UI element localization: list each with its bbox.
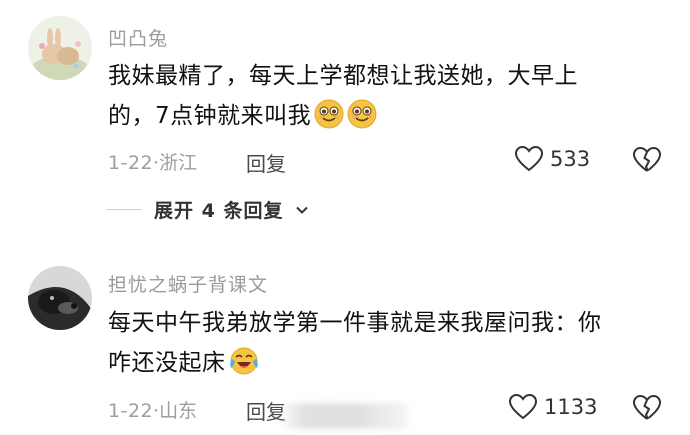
comment-date: 1-22	[108, 152, 154, 174]
expand-replies-button[interactable]: 展开 4 条回复	[106, 196, 309, 223]
like-button[interactable]: 533	[514, 145, 590, 173]
comment-text: 每天中午我弟放学第一件事就是来我屋问我：你 咋还没起床	[108, 303, 668, 383]
comment-meta: 1-22·山东 回复	[108, 396, 286, 424]
comment-text-line2: 咋还没起床	[108, 350, 226, 376]
chevron-down-icon	[296, 206, 309, 214]
smiling-face-emoji-icon	[347, 99, 377, 129]
avatar[interactable]	[28, 266, 92, 330]
divider-line	[106, 209, 142, 210]
username[interactable]: 担忧之蜗子背课文	[108, 270, 268, 297]
comment-text-line2: 的，7点钟就来叫我	[108, 103, 312, 129]
expand-replies-label: 展开 4 条回复	[154, 200, 284, 222]
reply-button[interactable]: 回复	[246, 148, 286, 177]
comment-location: 浙江	[159, 152, 198, 174]
avatar-bunny-image	[28, 16, 92, 80]
laughing-crying-face-emoji-icon	[229, 347, 258, 375]
comment-location: 山东	[159, 400, 198, 422]
heart-icon	[514, 145, 544, 172]
blurred-watermark	[278, 403, 408, 429]
comment-text-line1: 每天中午我弟放学第一件事就是来我屋问我：你	[108, 310, 602, 336]
like-button[interactable]: 1133	[508, 393, 597, 421]
comment-meta: 1-22·浙江 回复	[108, 148, 286, 176]
comment-date: 1-22	[108, 400, 154, 422]
comment-text-line1: 我妹最精了，每天上学都想让我送她，大早上	[108, 63, 578, 89]
avatar-dog-image	[28, 266, 92, 330]
like-count: 533	[550, 147, 591, 171]
avatar[interactable]	[28, 16, 92, 80]
smiling-face-emoji-icon	[314, 99, 344, 129]
broken-heart-icon[interactable]	[632, 146, 662, 174]
broken-heart-icon[interactable]	[632, 394, 662, 422]
username[interactable]: 凹凸兔	[108, 24, 168, 51]
comment-text: 我妹最精了，每天上学都想让我送她，大早上 的，7点钟就来叫我	[108, 56, 668, 136]
heart-icon	[508, 393, 538, 420]
like-count: 1133	[544, 395, 598, 419]
